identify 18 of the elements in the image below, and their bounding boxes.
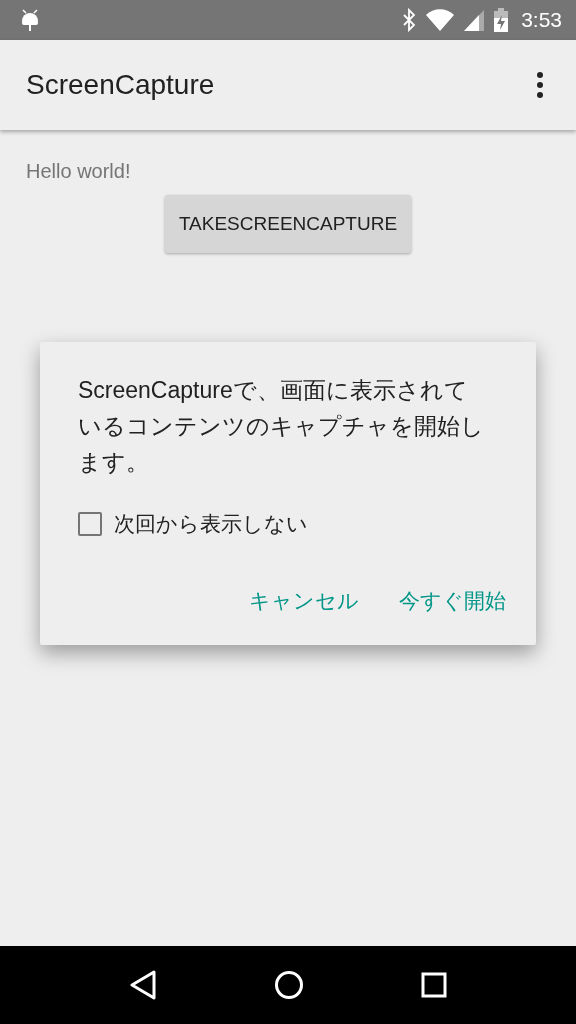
clock-time: 3:53 xyxy=(521,8,562,32)
checkbox[interactable] xyxy=(78,512,102,536)
greeting-text: Hello world! xyxy=(26,160,131,183)
dialog-message: ScreenCaptureで、画面に表示されているコンテンツのキャプチャを開始します。 xyxy=(78,376,485,477)
signal-icon xyxy=(463,8,486,32)
dialog-button[interactable]: 今すぐ開始 xyxy=(387,577,518,625)
bluetooth-icon xyxy=(401,8,418,32)
wifi-icon xyxy=(425,8,456,32)
dialog-button[interactable]: キャンセル xyxy=(237,577,371,625)
back-icon[interactable] xyxy=(128,970,157,1000)
battery-icon xyxy=(493,7,510,33)
app-title: ScreenCapture xyxy=(26,69,215,101)
capture-button[interactable]: TAKESCREENCAPTURE xyxy=(164,195,412,253)
checkbox-label: 次回から表示しない xyxy=(114,511,308,537)
android-icon xyxy=(20,7,40,33)
overflow-menu-icon[interactable] xyxy=(535,71,545,99)
home-icon[interactable] xyxy=(274,970,304,1000)
recents-icon[interactable] xyxy=(421,972,448,998)
